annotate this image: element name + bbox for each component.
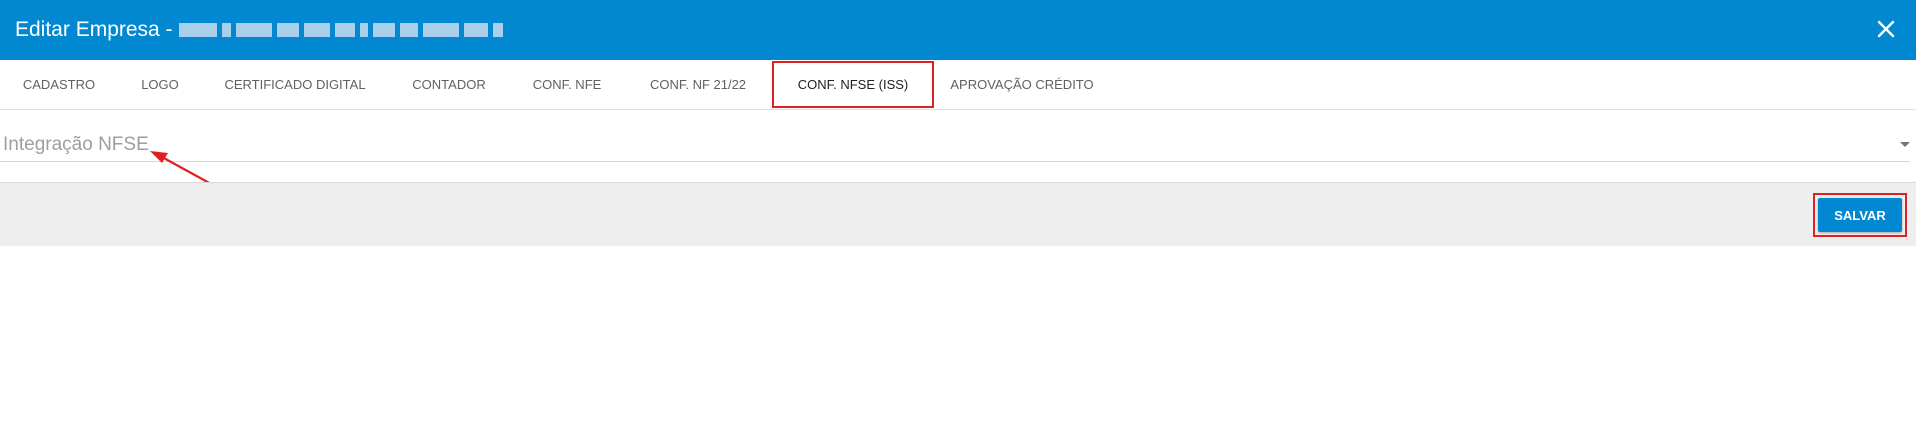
edit-company-dialog: Editar Empresa - CADASTRO LOGO CERTIFICA… — [0, 0, 1916, 446]
save-button[interactable]: SALVAR — [1818, 198, 1902, 232]
dialog-footer: SALVAR — [0, 182, 1916, 246]
save-highlight: SALVAR — [1813, 193, 1907, 237]
